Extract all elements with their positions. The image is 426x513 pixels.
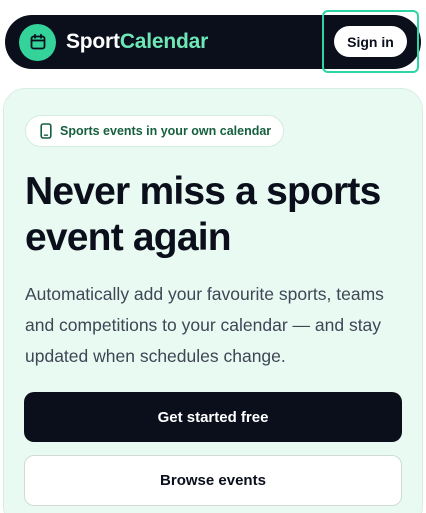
logo-badge[interactable] [19,23,56,61]
hero-subtext: Automatically add your favourite sports,… [25,284,384,366]
phone-icon [40,123,52,139]
signin-focus-ring: Sign in [322,10,419,73]
hero-card: Sports events in your own calendar Never… [3,88,423,513]
feature-pill-text: Sports events in your own calendar [60,124,272,138]
hero-headline: Never miss a sports event again [25,170,381,259]
brand-name-part2: Calendar [119,30,209,53]
feature-pill: Sports events in your own calendar [25,115,285,147]
brand-name-part1: Sport [66,30,120,53]
get-started-button[interactable]: Get started free [24,392,402,442]
sign-in-button[interactable]: Sign in [334,26,407,57]
brand-name[interactable]: SportCalendar [66,30,208,54]
calendar-icon [30,33,45,50]
browse-events-button[interactable]: Browse events [24,455,402,506]
